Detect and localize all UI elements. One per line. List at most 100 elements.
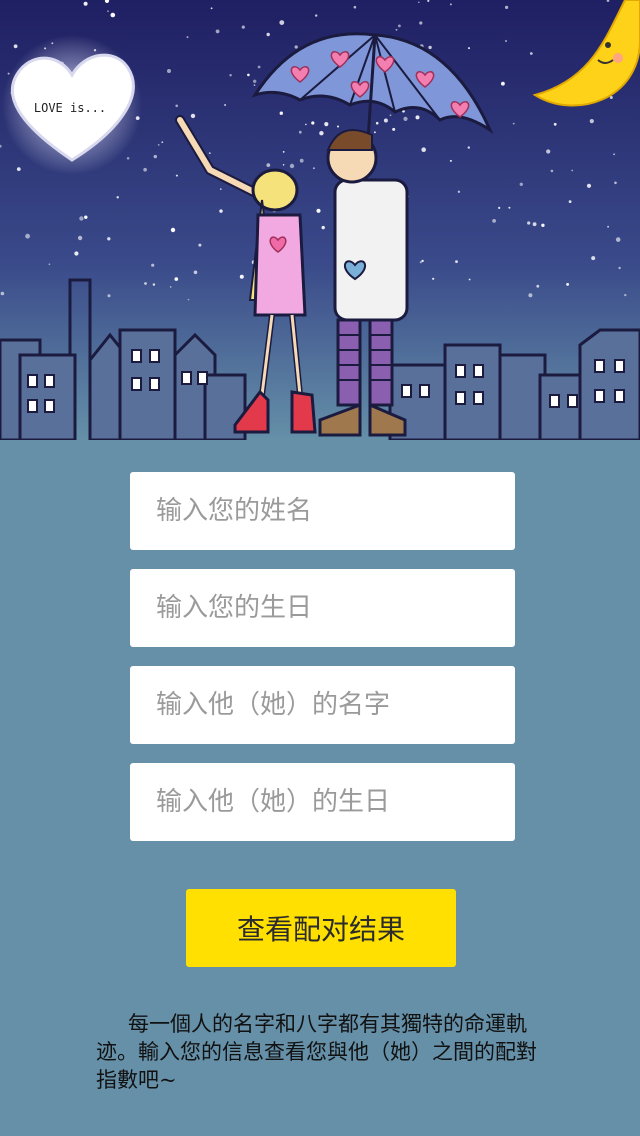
- star: [589, 119, 594, 124]
- star: [536, 284, 540, 288]
- star: [449, 3, 452, 6]
- star: [13, 44, 18, 49]
- star: [315, 14, 318, 17]
- star: [116, 196, 119, 199]
- star: [418, 1, 420, 4]
- star: [0, 291, 5, 296]
- check-result-button[interactable]: 查看配对结果: [186, 889, 456, 967]
- star: [492, 219, 496, 223]
- star: [16, 167, 21, 172]
- star: [298, 130, 302, 134]
- star: [107, 294, 111, 298]
- star: [550, 169, 554, 173]
- star: [241, 25, 245, 29]
- star: [375, 121, 379, 125]
- star: [505, 5, 509, 9]
- star: [312, 167, 315, 170]
- star: [247, 73, 250, 77]
- star: [208, 152, 211, 155]
- star: [193, 270, 198, 275]
- star: [266, 32, 270, 37]
- name-input[interactable]: [130, 472, 515, 550]
- partner-name-input[interactable]: [130, 666, 515, 744]
- star: [432, 277, 435, 280]
- star: [504, 39, 508, 43]
- star: [110, 12, 116, 18]
- star: [253, 79, 257, 84]
- star: [25, 233, 30, 239]
- star: [624, 293, 627, 297]
- star: [299, 158, 304, 163]
- star: [419, 261, 422, 264]
- star: [153, 154, 157, 159]
- star: [498, 206, 501, 209]
- star: [389, 114, 392, 117]
- star: [224, 104, 227, 106]
- star: [528, 293, 533, 298]
- star: [415, 115, 420, 120]
- star: [126, 157, 130, 160]
- star: [210, 7, 213, 10]
- night-sky-illustration: LOVE is...: [0, 0, 640, 440]
- star: [374, 131, 376, 134]
- star: [319, 131, 324, 136]
- star: [428, 45, 432, 50]
- star: [282, 164, 285, 166]
- birthday-input[interactable]: [130, 569, 515, 647]
- star: [337, 125, 339, 128]
- star: [512, 122, 515, 125]
- star: [169, 286, 172, 288]
- star: [529, 52, 533, 55]
- star: [257, 65, 261, 69]
- description-text: 每一個人的名字和八字都有其獨特的命運軌迹。輸入您的信息查看您與他（她）之間的配對…: [96, 1012, 537, 1092]
- star: [289, 163, 295, 169]
- star: [152, 283, 156, 286]
- star: [107, 237, 111, 241]
- star: [527, 221, 531, 225]
- star: [311, 121, 315, 125]
- star: [501, 81, 505, 86]
- star: [395, 28, 398, 31]
- star: [215, 29, 220, 34]
- star: [175, 104, 178, 108]
- star: [186, 36, 189, 39]
- star: [77, 235, 83, 241]
- star: [383, 118, 388, 123]
- star: [74, 251, 79, 256]
- star: [614, 181, 617, 185]
- star: [586, 183, 592, 188]
- star: [229, 74, 232, 77]
- star: [170, 227, 176, 233]
- star: [541, 223, 545, 227]
- hero-illustration: LOVE is...: [0, 0, 640, 440]
- star: [219, 188, 222, 191]
- star: [455, 260, 458, 263]
- star: [151, 263, 155, 267]
- star: [398, 24, 401, 28]
- partner-birthday-input[interactable]: [130, 763, 515, 841]
- star: [187, 298, 190, 301]
- star: [467, 146, 470, 149]
- star: [84, 215, 88, 219]
- star: [508, 206, 511, 209]
- match-form: [130, 472, 515, 860]
- star: [449, 159, 452, 162]
- star: [279, 20, 285, 25]
- star: [532, 222, 537, 227]
- star: [175, 174, 178, 177]
- star: [618, 266, 621, 270]
- star: [553, 122, 557, 126]
- star: [421, 147, 427, 152]
- star: [403, 116, 408, 121]
- star: [266, 163, 271, 168]
- star: [282, 151, 285, 153]
- star: [239, 274, 244, 279]
- star: [174, 277, 179, 281]
- star: [613, 153, 615, 156]
- star: [571, 169, 574, 172]
- star: [305, 123, 307, 126]
- star: [48, 263, 51, 266]
- star: [321, 225, 325, 230]
- star: [419, 21, 423, 25]
- star: [468, 47, 470, 50]
